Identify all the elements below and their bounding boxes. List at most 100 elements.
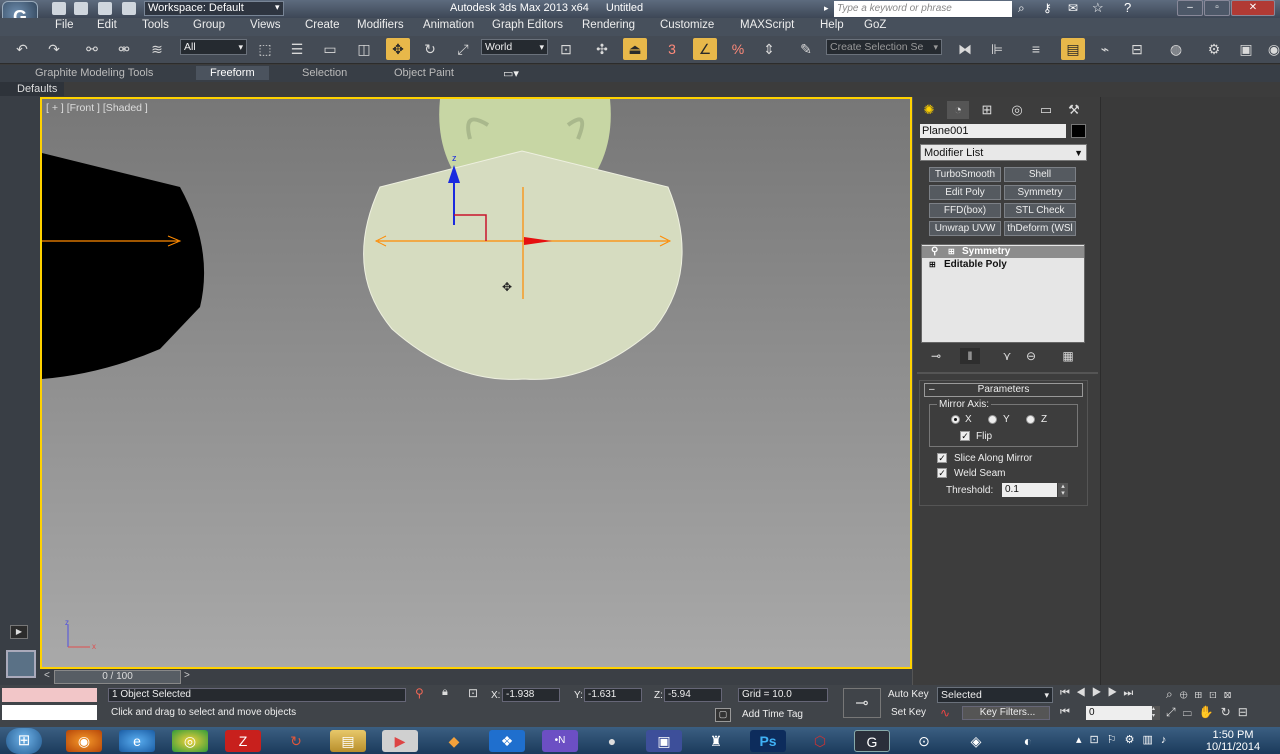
stack-item-editable-poly[interactable]: ⊞ Editable Poly (922, 259, 1084, 271)
modifier-list-dropdown[interactable]: Modifier List ▼ (920, 144, 1087, 161)
menu-customize[interactable]: Customize (660, 19, 714, 31)
remove-modifier-icon[interactable]: ⊖ (1021, 348, 1041, 364)
menu-animation[interactable]: Animation (423, 19, 474, 31)
render-setup-icon[interactable]: ⚙ (1202, 38, 1226, 60)
menu-edit[interactable]: Edit (97, 19, 117, 31)
ffd-box-button[interactable]: FFD(box) (929, 203, 1001, 218)
project-folder-icon[interactable] (122, 2, 136, 15)
maxscript-listener-white[interactable] (2, 705, 97, 720)
object-name-field[interactable]: Plane001 (920, 124, 1066, 138)
select-manipulate-icon[interactable]: ✣ (590, 38, 614, 60)
edit-poly-button[interactable]: Edit Poly (929, 185, 1001, 200)
reference-coordinate-dropdown[interactable]: World (481, 39, 548, 55)
viewport-navigation-icons[interactable]: ⌕⊕⊞⊡⊠ (1166, 687, 1238, 702)
menu-tools[interactable]: Tools (142, 19, 169, 31)
expand-icon[interactable]: ⊞ (929, 259, 936, 271)
display-tab-icon[interactable]: ▭ (1035, 101, 1057, 119)
symmetry-button[interactable]: Symmetry (1004, 185, 1076, 200)
chevron-down-icon[interactable]: ▾ (275, 2, 280, 13)
hierarchy-tab-icon[interactable]: ⊞ (976, 101, 998, 119)
lock-selection-icon[interactable]: 🔒︎ (442, 686, 448, 699)
menu-modifiers[interactable]: Modifiers (357, 19, 404, 31)
pivot-center-icon[interactable]: ⊡ (554, 38, 578, 60)
motion-tab-icon[interactable]: ◎ (1006, 101, 1028, 119)
binoculars-icon[interactable]: ⌕ (1018, 1, 1025, 16)
star-icon[interactable]: ☆ (1092, 0, 1104, 16)
angle-snap-icon[interactable]: ∠ (693, 38, 717, 60)
key-icon[interactable]: ⚷ (1043, 1, 1052, 15)
tab-freeform[interactable]: Freeform (196, 66, 269, 80)
select-and-rotate-icon[interactable]: ↻ (418, 38, 442, 60)
axis-z-radio[interactable] (1026, 415, 1035, 424)
menu-goz[interactable]: GoZ (864, 19, 886, 31)
mirror-icon[interactable]: ⧓ (953, 38, 977, 60)
select-and-move-icon[interactable]: ✥ (386, 38, 410, 60)
playback-controls[interactable]: ⏮◀▶▶⏭ (1060, 687, 1139, 700)
stack-item-symmetry[interactable]: ⚲ ⊞ Symmetry (922, 246, 1084, 258)
app-icon-18[interactable]: ◐ (1010, 730, 1046, 752)
expand-arrow-icon[interactable]: ▸ (824, 3, 829, 14)
threshold-spinner[interactable]: ▴ ▾ (1058, 483, 1068, 497)
stl-check-button[interactable]: STL Check (1004, 203, 1076, 218)
key-curve-icon[interactable]: ∿ (940, 706, 950, 720)
make-unique-icon[interactable]: ⋎ (997, 348, 1017, 364)
shell-button[interactable]: Shell (1004, 167, 1076, 182)
new-file-icon[interactable] (52, 2, 66, 15)
app-icon-12[interactable]: ♜ (698, 730, 734, 752)
snaps-toggle-icon[interactable]: 3 (660, 38, 684, 60)
set-key-mode-icon[interactable]: ⊸ (843, 688, 881, 718)
selection-filter-dropdown[interactable]: All (180, 39, 247, 55)
app-icon-10[interactable]: ● (594, 730, 630, 752)
close-button[interactable]: ✕ (1231, 0, 1275, 16)
internet-explorer-icon[interactable]: e (119, 730, 155, 752)
firefox-icon[interactable]: ◉ (66, 730, 102, 752)
app-icon-17[interactable]: ◈ (958, 730, 994, 752)
axis-x-radio[interactable] (951, 415, 960, 424)
dropbox-icon[interactable]: ❖ (489, 730, 525, 752)
schematic-view-icon[interactable]: ⊟ (1125, 38, 1149, 60)
path-deform-button[interactable]: thDeform (WSl (1004, 221, 1076, 236)
open-file-icon[interactable] (74, 2, 88, 15)
bind-space-warp-icon[interactable]: ≋ (145, 38, 169, 60)
help-icon[interactable]: ? (1124, 0, 1131, 15)
curve-editor-icon[interactable]: ⌁ (1093, 38, 1117, 60)
turbosmooth-button[interactable]: TurboSmooth (929, 167, 1001, 182)
link-icon[interactable]: ⚯ (80, 38, 104, 60)
file-explorer-icon[interactable]: ▤ (330, 730, 366, 752)
app-icon-16[interactable]: ⊙ (906, 730, 942, 752)
frame-spinner[interactable]: ▴ ▾ (1152, 706, 1160, 720)
weld-seam-checkbox[interactable]: ✓ (937, 468, 947, 478)
menu-create[interactable]: Create (305, 19, 340, 31)
menu-graph-editors[interactable]: Graph Editors (492, 19, 563, 31)
utilities-tab-icon[interactable]: ⚒ (1063, 101, 1085, 119)
expand-icon[interactable]: ⊞ (948, 246, 955, 258)
viewport-layout-icon[interactable] (6, 650, 36, 678)
spinner-snap-icon[interactable]: ⇕ (757, 38, 781, 60)
front-viewport[interactable]: [ + ] [Front ] [Shaded ] z ✥ z x (40, 97, 912, 669)
layer-manager-icon[interactable]: ≡ (1024, 38, 1048, 60)
select-and-scale-icon[interactable]: ⤢ (451, 38, 475, 60)
pin-stack-icon[interactable]: ⊸ (926, 348, 946, 364)
app-icon-9[interactable]: •N (542, 730, 578, 752)
menu-help[interactable]: Help (820, 19, 844, 31)
named-selection-dropdown[interactable]: Create Selection Se (826, 39, 942, 55)
clock[interactable]: 1:50 PM 10/11/2014 (1192, 729, 1274, 753)
time-tag-icon[interactable]: ▢ (715, 708, 731, 722)
parameters-header[interactable]: – Parameters (924, 383, 1083, 397)
auto-key-button[interactable]: Auto Key (888, 689, 929, 700)
menu-file[interactable]: File (55, 19, 74, 31)
show-end-result-icon[interactable]: ‖ (960, 348, 980, 364)
app-icon-11[interactable]: ▣ (646, 730, 682, 752)
time-slider[interactable]: 0 / 100 (54, 670, 181, 684)
photoshop-icon[interactable]: Ps (750, 730, 786, 752)
rectangular-selection-icon[interactable]: ▭ (318, 38, 342, 60)
filezilla-icon[interactable]: Z (225, 730, 261, 752)
object-color-swatch[interactable] (1071, 124, 1086, 138)
maximize-button[interactable]: ▫ (1204, 0, 1230, 16)
rendered-frame-icon[interactable]: ▣ (1234, 38, 1258, 60)
viewport-navigation-icons-row2[interactable]: ⤢▭✋↻⊟ (1166, 705, 1255, 720)
menu-group[interactable]: Group (193, 19, 225, 31)
key-mode-toggle-icon[interactable]: ⏮ (1060, 706, 1070, 719)
threshold-input[interactable]: 0.1 (1002, 483, 1057, 497)
material-editor-icon[interactable]: ◍ (1164, 38, 1188, 60)
